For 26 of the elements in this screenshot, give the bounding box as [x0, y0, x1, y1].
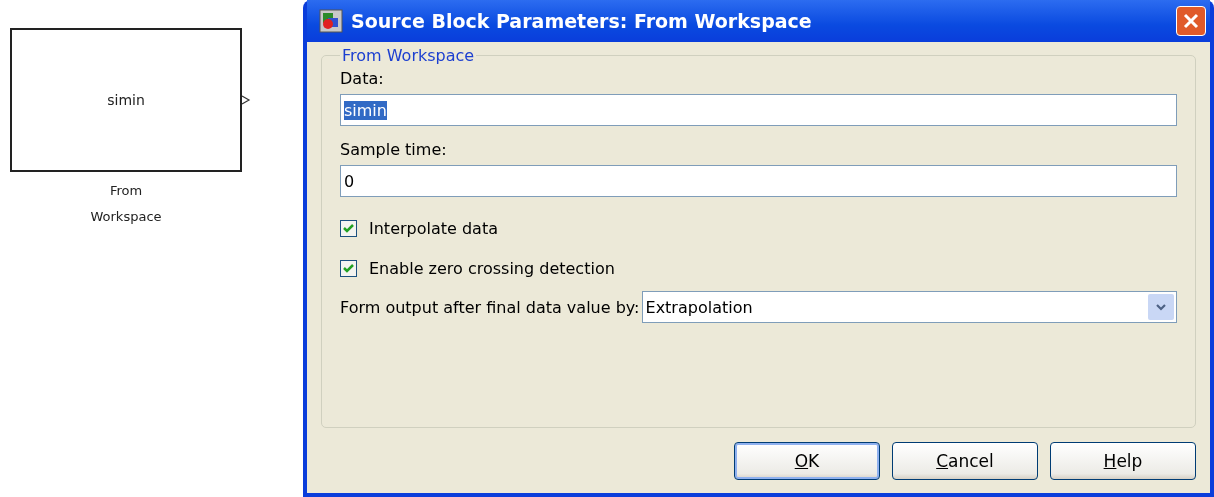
block-caption: From [108, 182, 144, 200]
field-label: Sample time: [340, 140, 448, 159]
block-caption: Workspace [89, 208, 163, 226]
close-button[interactable] [1176, 6, 1206, 36]
check-icon [342, 221, 355, 235]
output-port-icon [241, 95, 251, 105]
dialog-button[interactable]: Cancel [892, 442, 1038, 480]
close-icon [1182, 12, 1200, 30]
checkbox-label: Enable zero crossing detection [369, 258, 615, 278]
group-title: From Workspace [341, 46, 476, 65]
dropdown-label: Form output after final data value by: [340, 297, 640, 317]
simulink-block[interactable]: simin [10, 28, 242, 172]
dialog-button[interactable]: OK [734, 442, 880, 480]
chevron-down-icon [1148, 294, 1174, 320]
dropdown[interactable]: Extrapolation [641, 291, 1177, 323]
checkbox-label: Interpolate data [369, 218, 498, 238]
field-label: Data: [340, 69, 385, 88]
check-icon [342, 261, 355, 275]
data-field[interactable]: simin [340, 94, 1177, 126]
dialog-button[interactable]: Help [1050, 442, 1196, 480]
sample-time-field[interactable]: 0 [340, 165, 1177, 197]
window-title: Source Block Parameters: From Workspace [351, 10, 813, 32]
app-icon [319, 9, 343, 33]
block-text: simin [107, 92, 145, 108]
checkbox[interactable] [340, 219, 357, 237]
checkbox[interactable] [340, 259, 357, 277]
